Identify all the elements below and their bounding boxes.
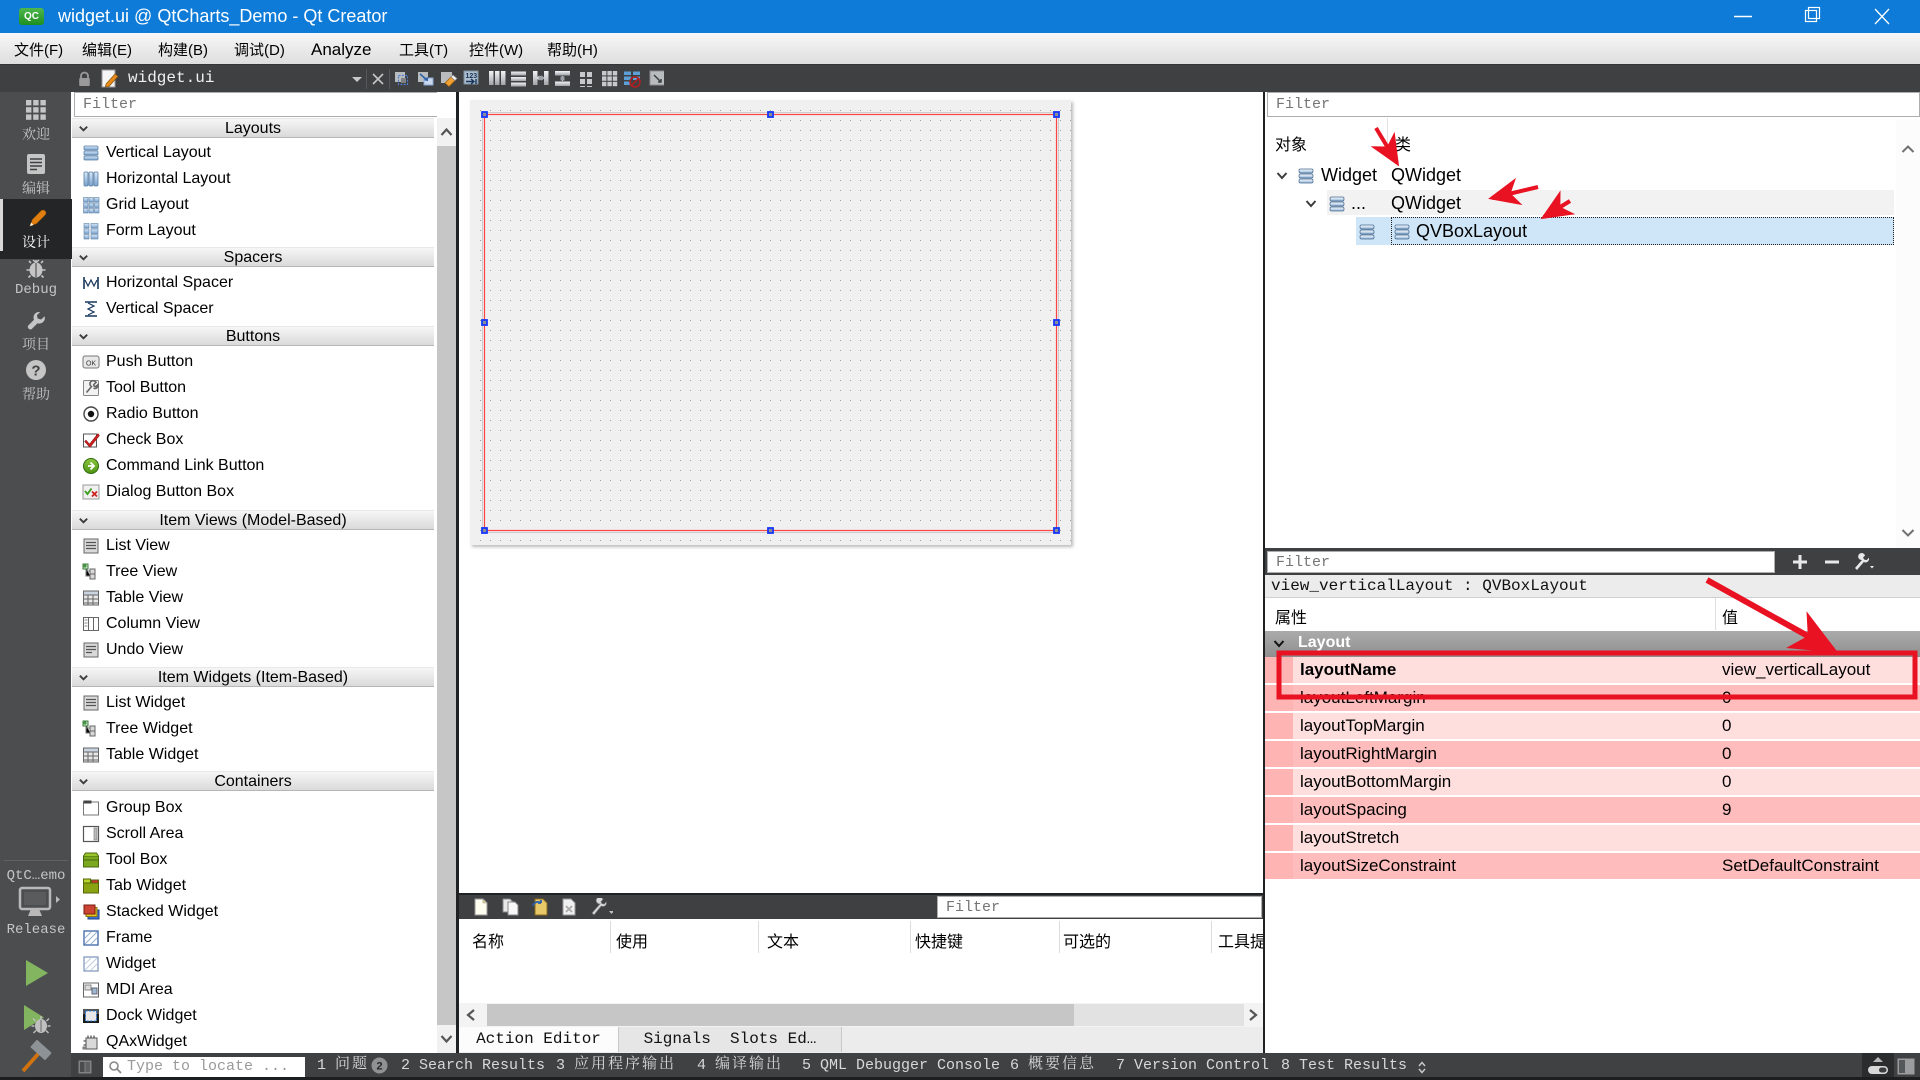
svg-text:OK: OK [86,361,96,368]
svg-text:2: 2 [376,1061,382,1073]
svg-text:?: ? [31,363,40,380]
